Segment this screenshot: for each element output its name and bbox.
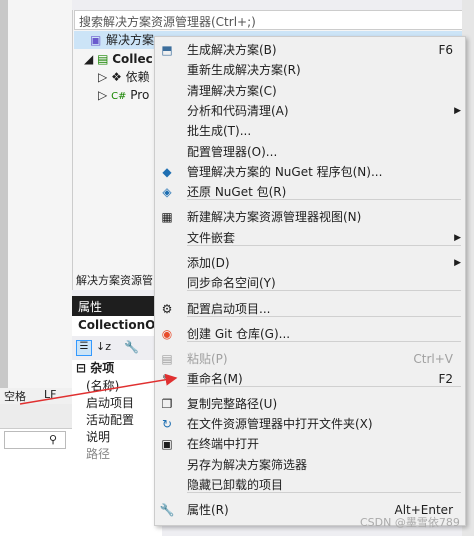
menu-separator xyxy=(187,290,461,291)
menu-item[interactable]: ▦ 新建解决方案资源管理器视图(N) xyxy=(155,207,465,227)
editor-area xyxy=(0,0,72,390)
tree-item-program[interactable]: ▷ C# Pro xyxy=(98,86,149,104)
menu-item[interactable]: 配置管理器(O)... xyxy=(155,142,465,162)
git-icon: ◉ xyxy=(161,327,173,341)
menu-item-label: 清理解决方案(C) xyxy=(187,84,277,98)
property-description[interactable]: 说明 xyxy=(86,429,110,445)
property-startup-project[interactable]: 启动项目 xyxy=(86,395,134,411)
menu-separator xyxy=(187,341,461,342)
output-pane-toolbar xyxy=(0,404,72,429)
expand-icon[interactable]: ◢ xyxy=(84,52,93,66)
menu-item[interactable]: ◆ 管理解决方案的 NuGet 程序包(N)... xyxy=(155,162,465,182)
search-icon: ⚲ xyxy=(48,433,57,446)
solution-icon: ▣ xyxy=(90,33,102,47)
wrench-icon: 🔧 xyxy=(159,503,175,517)
menu-item[interactable]: ▤ 粘贴(P) Ctrl+V xyxy=(155,349,465,369)
open-folder-icon: ↻ xyxy=(161,417,173,431)
menu-item-shortcut: Ctrl+V xyxy=(413,352,453,366)
chevron-right-icon[interactable]: ▷ xyxy=(98,88,107,102)
chevron-right-icon[interactable]: ▷ xyxy=(98,70,107,84)
menu-item-label: 在文件资源管理器中打开文件夹(X) xyxy=(187,417,373,431)
new-view-icon: ▦ xyxy=(161,210,173,224)
menu-item-shortcut: F6 xyxy=(438,43,453,57)
dependencies-icon: ❖ xyxy=(111,70,122,84)
menu-item[interactable]: 清理解决方案(C) xyxy=(155,81,465,101)
menu-separator xyxy=(187,199,461,200)
rename-icon: ✎ xyxy=(161,372,173,386)
menu-separator xyxy=(187,386,461,387)
property-category[interactable]: ⊟ 杂项 xyxy=(76,360,114,376)
menu-item-label: 批生成(T)... xyxy=(187,124,252,138)
csharp-icon: C# xyxy=(111,91,127,102)
terminal-icon: ▣ xyxy=(161,437,173,451)
property-active-config[interactable]: 活动配置 xyxy=(86,412,134,428)
menu-item-label: 新建解决方案资源管理器视图(N) xyxy=(187,210,362,224)
build-icon: ⬒ xyxy=(161,43,173,57)
property-name[interactable]: (名称) xyxy=(86,378,119,394)
menu-item[interactable]: 添加(D) ▶ xyxy=(155,253,465,273)
menu-separator xyxy=(187,316,461,317)
menu-item-label: 属性(R) xyxy=(187,503,229,517)
menu-item[interactable]: 批生成(T)... xyxy=(155,121,465,141)
menu-item-label: 管理解决方案的 NuGet 程序包(N)... xyxy=(187,165,383,179)
status-bar: 空格 LF xyxy=(0,388,72,404)
menu-item-label: 生成解决方案(B) xyxy=(187,43,277,57)
restore-icon: ◈ xyxy=(162,185,172,199)
menu-separator xyxy=(187,492,461,493)
menu-item[interactable]: ❐ 复制完整路径(U) xyxy=(155,394,465,414)
tree-item-dependencies[interactable]: ▷ ❖ 依赖 xyxy=(98,68,150,86)
status-spaces[interactable]: 空格 xyxy=(4,390,26,403)
output-search-input[interactable]: ⚲ xyxy=(4,431,66,449)
menu-item-label: 添加(D) xyxy=(187,256,230,270)
property-path[interactable]: 路径 xyxy=(86,446,110,462)
menu-item-label: 复制完整路径(U) xyxy=(187,397,278,411)
watermark: CSDN @墨雪依789 xyxy=(360,516,460,529)
menu-item[interactable]: ⬒ 生成解决方案(B) F6 xyxy=(155,40,465,60)
collapse-icon[interactable]: ⊟ xyxy=(76,361,86,375)
menu-item-label: 配置管理器(O)... xyxy=(187,145,278,159)
menu-item-label: 另存为解决方案筛选器 xyxy=(187,458,308,472)
menu-item[interactable]: ↻ 在文件资源管理器中打开文件夹(X) xyxy=(155,414,465,434)
paste-icon: ▤ xyxy=(161,352,173,366)
menu-separator xyxy=(187,245,461,246)
wrench-icon[interactable]: 🔧 xyxy=(124,340,139,354)
editor-scrollbar[interactable] xyxy=(0,0,8,390)
properties-toolbar: ☰ ↓z 🔧 xyxy=(72,337,162,359)
properties-header: 属性 xyxy=(72,296,162,316)
menu-item[interactable]: 另存为解决方案筛选器 xyxy=(155,455,465,475)
solution-explorer-tab[interactable]: 解决方案资源管 xyxy=(76,272,153,288)
gear-icon: ⚙ xyxy=(161,302,173,316)
properties-object[interactable]: CollectionObj xyxy=(72,316,168,336)
menu-item[interactable]: ▣ 在终端中打开 xyxy=(155,434,465,454)
status-line-ending[interactable]: LF xyxy=(44,388,56,401)
menu-item[interactable]: 重新生成解决方案(R) xyxy=(155,60,465,80)
menu-item-label: 分析和代码清理(A) xyxy=(187,104,289,118)
submenu-arrow-icon: ▶ xyxy=(454,258,461,268)
solution-explorer-toolbar xyxy=(72,0,474,10)
menu-item-label: 在终端中打开 xyxy=(187,437,260,451)
menu-item-label: 粘贴(P) xyxy=(187,352,228,366)
nuget-icon: ◆ xyxy=(162,165,172,179)
tree-item-project[interactable]: ◢ ▤ Collec xyxy=(84,50,153,68)
project-icon: ▤ xyxy=(97,52,109,66)
submenu-arrow-icon: ▶ xyxy=(454,106,461,116)
menu-item-label: 重新生成解决方案(R) xyxy=(187,63,301,77)
menu-item[interactable]: 分析和代码清理(A) ▶ xyxy=(155,101,465,121)
solution-search-input[interactable]: 搜索解决方案资源管理器(Ctrl+;) xyxy=(74,10,468,30)
copy-icon: ❐ xyxy=(161,397,173,411)
categorized-icon[interactable]: ☰ xyxy=(76,340,92,356)
sort-alpha-icon[interactable]: ↓z xyxy=(96,340,111,353)
